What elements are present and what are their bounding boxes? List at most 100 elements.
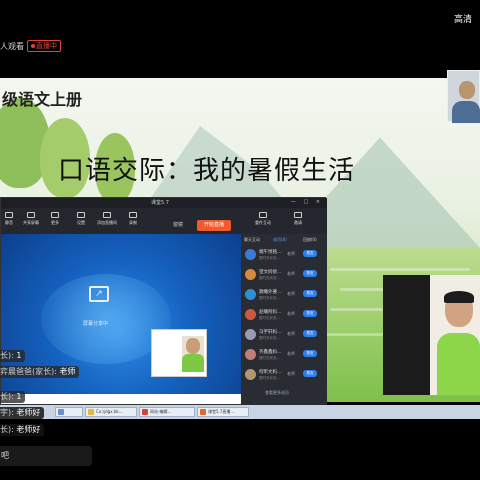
invite-icon bbox=[294, 212, 302, 218]
chat-nick: 宇): bbox=[0, 408, 14, 417]
tab-replay[interactable]: 回放(0) bbox=[303, 237, 317, 243]
share-status-label: 屏幕分享中 bbox=[83, 321, 109, 327]
start-live-button[interactable]: 开始直播 bbox=[197, 220, 231, 231]
member-row[interactable]: 何昕文妈... 暂时无状态... 老师 禁言 bbox=[241, 366, 327, 385]
slide-title: 口语交际：我的暑假生活 bbox=[58, 156, 356, 186]
member-row[interactable]: 端午悦铭... 暂时无状态... 老师 禁言 bbox=[241, 246, 327, 265]
app-icon bbox=[58, 409, 64, 415]
invite-button[interactable]: 邀请 bbox=[286, 212, 310, 226]
teacher-camera-thumbnail[interactable] bbox=[447, 70, 480, 123]
mute-member-button[interactable]: 禁言 bbox=[303, 270, 317, 277]
interact-button[interactable]: 重件互动 bbox=[251, 212, 275, 226]
member-row[interactable]: 歌曦外婆... 暂时无状态... 老师 禁言 bbox=[241, 286, 327, 305]
live-badge: 直播中 bbox=[27, 40, 61, 52]
record-button[interactable]: 录制 bbox=[121, 212, 145, 226]
avatar bbox=[245, 269, 256, 280]
member-name: 马宇轩妈... bbox=[259, 330, 282, 335]
live-badge-label: 直播中 bbox=[36, 42, 57, 50]
screen-share-icon: ↗ bbox=[89, 286, 109, 302]
chat-text: 老师好 bbox=[16, 425, 41, 434]
member-role: 老师 bbox=[287, 251, 295, 256]
member-name: 歌曦外婆... bbox=[259, 290, 282, 295]
mute-button[interactable]: 静音 bbox=[0, 212, 21, 226]
panel-tabs: 聊天互动 成员(8) 回放(0) bbox=[241, 235, 327, 243]
view-more-members-link[interactable]: 查看更多成员 bbox=[265, 390, 289, 396]
mute-member-button[interactable]: 禁言 bbox=[303, 350, 317, 357]
quality-selector[interactable]: 高清 bbox=[454, 12, 472, 25]
person-body bbox=[452, 101, 480, 123]
member-row[interactable]: 望文妈悦... 暂时无状态... 老师 禁言 bbox=[241, 266, 327, 285]
mute-member-button[interactable]: 禁言 bbox=[303, 330, 317, 337]
live-dot-icon bbox=[31, 44, 35, 48]
member-status: 暂时无状态... bbox=[259, 316, 280, 320]
folder-icon bbox=[88, 409, 94, 415]
settings-icon bbox=[77, 212, 85, 218]
chat-input[interactable]: 吧 bbox=[0, 446, 92, 466]
chat-message: 长): 1 bbox=[0, 391, 26, 403]
person-hair bbox=[444, 291, 474, 303]
avatar bbox=[245, 329, 256, 340]
tab-members[interactable]: 成员(8) bbox=[273, 237, 287, 243]
add-room-icon bbox=[103, 212, 111, 218]
chat-text: 老师 bbox=[59, 367, 76, 376]
member-name: 端午悦铭... bbox=[259, 250, 282, 255]
mute-member-button[interactable]: 禁言 bbox=[303, 370, 317, 377]
person-body bbox=[437, 333, 480, 395]
member-name: 齐鑫鑫妈... bbox=[259, 350, 282, 355]
member-role: 老师 bbox=[287, 331, 295, 336]
more-button[interactable]: 更多 bbox=[43, 212, 67, 226]
member-row[interactable]: 齐鑫鑫妈... 暂时无状态... 老师 禁言 bbox=[241, 346, 327, 365]
member-status: 暂时无状态... bbox=[259, 376, 280, 380]
taskbar-item[interactable]: 网站-编辑... bbox=[139, 407, 195, 417]
member-panel: 聊天互动 成员(8) 回放(0) 端午悦铭... 暂时无状态... 老师 禁言 望文妈悦… bbox=[241, 234, 327, 406]
member-status: 暂时无状态... bbox=[259, 336, 280, 340]
share-screen-button[interactable]: 共享屏幕 bbox=[19, 212, 43, 226]
student-camera-feed[interactable] bbox=[383, 275, 480, 395]
app-titlebar: 课堂5.7 — □ × bbox=[1, 198, 327, 208]
app-toolbar: 静音 共享屏幕 更多 设置 添加直播间 录制 窗镜 开始直播 重件互动 邀请 bbox=[1, 208, 327, 234]
chat-nick: 长): bbox=[0, 392, 14, 401]
member-status: 暂时无状态... bbox=[259, 276, 280, 280]
member-name: 何昕文妈... bbox=[259, 370, 282, 375]
member-status: 暂时无状态... bbox=[259, 356, 280, 360]
chat-message: 长): 1 bbox=[0, 350, 26, 362]
taskbar-item[interactable] bbox=[55, 407, 83, 417]
taskbar-item[interactable]: 课堂5.7直播... bbox=[197, 407, 249, 417]
mute-member-button[interactable]: 禁言 bbox=[303, 310, 317, 317]
member-status: 暂时无状态... bbox=[259, 296, 280, 300]
member-row[interactable]: 赵曦阿妈... 暂时无状态... 老师 禁言 bbox=[241, 306, 327, 325]
mute-member-button[interactable]: 禁言 bbox=[303, 290, 317, 297]
member-name: 赵曦阿妈... bbox=[259, 310, 282, 315]
grade-title: 级语文上册 bbox=[2, 90, 83, 109]
os-taskbar: Cu:\jdgx.bk... 网站-编辑... 课堂5.7直播... bbox=[0, 405, 480, 419]
mute-member-button[interactable]: 禁言 bbox=[303, 250, 317, 257]
mirror-toggle[interactable]: 窗镜 bbox=[173, 221, 183, 228]
settings-button[interactable]: 设置 bbox=[69, 212, 93, 226]
avatar bbox=[245, 249, 256, 260]
member-role: 老师 bbox=[287, 351, 295, 356]
field-row bbox=[330, 268, 470, 271]
avatar bbox=[245, 309, 256, 320]
viewer-count: 人观看 bbox=[0, 42, 24, 51]
interact-icon bbox=[259, 212, 267, 218]
live-app-icon bbox=[200, 409, 206, 415]
camera-preview-small[interactable] bbox=[151, 329, 207, 377]
avatar bbox=[245, 349, 256, 360]
member-row[interactable]: 马宇轩妈... 暂时无状态... 老师 禁言 bbox=[241, 326, 327, 345]
taskbar-item[interactable]: Cu:\jdgx.bk... bbox=[85, 407, 137, 417]
person-head bbox=[459, 81, 475, 99]
member-role: 老师 bbox=[287, 311, 295, 316]
live-stream-screen: 人观看 直播中 高清 级语文上册 口语交际：我的暑假生活 课堂5.7 — □ ×… bbox=[0, 0, 480, 480]
camera-dark-area bbox=[383, 275, 430, 395]
add-room-button[interactable]: 添加直播间 bbox=[95, 212, 119, 226]
tab-chat[interactable]: 聊天互动 bbox=[244, 237, 260, 243]
chat-text: 1 bbox=[16, 351, 22, 360]
more-icon bbox=[51, 212, 59, 218]
chat-nick: 弈晨爸爸(家长): bbox=[0, 367, 57, 376]
app-title: 课堂5.7 bbox=[151, 200, 169, 206]
person-body bbox=[182, 354, 204, 372]
window-controls[interactable]: — □ × bbox=[291, 199, 323, 205]
chat-text: 1 bbox=[16, 392, 22, 401]
member-role: 老师 bbox=[287, 371, 295, 376]
member-status: 暂时无状态... bbox=[259, 256, 280, 260]
